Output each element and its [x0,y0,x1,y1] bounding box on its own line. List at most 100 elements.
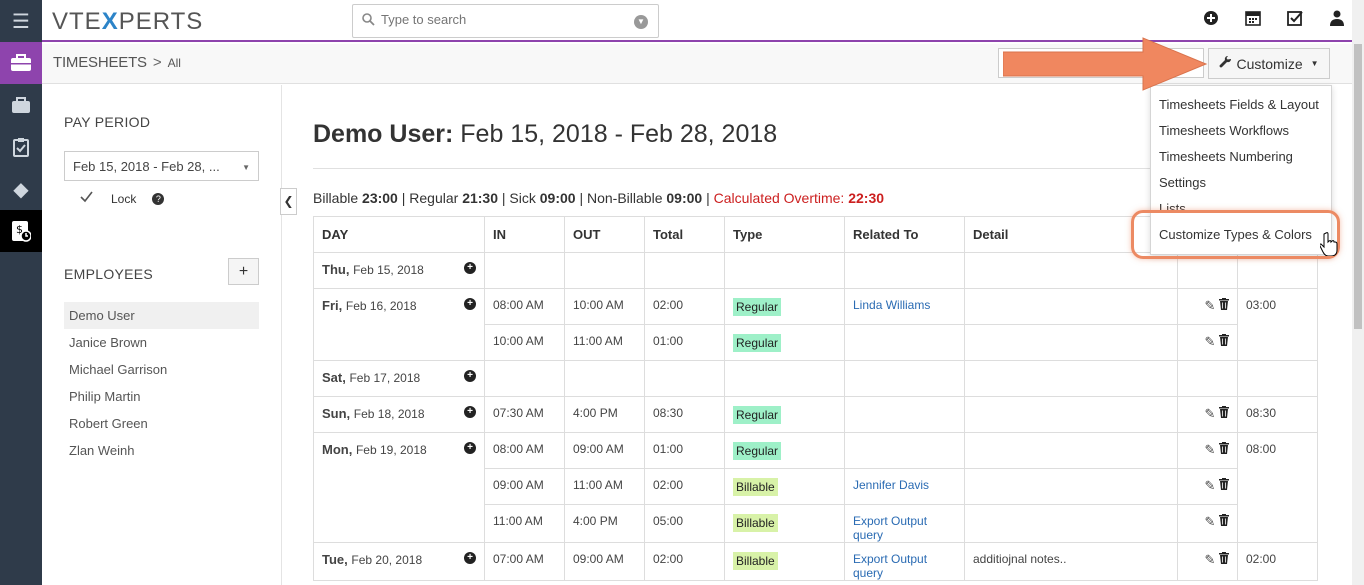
edit-pencil-icon[interactable]: ✎ [1204,406,1215,421]
duration: 01:00 [653,334,684,348]
employee-item[interactable]: Demo User [64,302,259,329]
col-out[interactable]: OUT [564,216,645,253]
calendar-icon[interactable] [1245,10,1261,31]
add-entry-icon[interactable]: + [464,262,476,274]
add-entry-icon[interactable]: + [464,370,476,382]
menu-item-fields-layout[interactable]: Timesheets Fields & Layout [1151,92,1331,118]
day-cell: Thu, Feb 15, 2018 + [313,252,485,289]
time-out-cell: 10:00 AM [564,288,645,325]
edit-pencil-icon[interactable]: ✎ [1204,478,1215,493]
briefcase-icon[interactable] [0,42,42,84]
menu-item-workflows[interactable]: Timesheets Workflows [1151,118,1331,144]
day-total: 03:00 [1246,298,1277,312]
search-input[interactable] [381,12,621,27]
add-record-icon[interactable] [1203,10,1219,31]
employee-item[interactable]: Michael Garrison [64,356,259,383]
employee-item[interactable]: Zlan Weinh [64,437,259,464]
detail-cell: additiojnal notes.. [964,542,1178,581]
edit-pencil-icon[interactable]: ✎ [1204,298,1215,313]
related-to-cell [844,252,965,289]
top-actions [1203,10,1344,31]
time-out-cell: 11:00 AM [564,468,645,505]
tasks-checkbox-icon[interactable] [1287,10,1304,31]
search-dropdown-icon[interactable]: ▼ [634,15,648,29]
time-out: 10:00 AM [573,298,624,312]
menu-item-lists[interactable]: Lists [1151,196,1331,222]
edit-pencil-icon[interactable]: ✎ [1204,442,1215,457]
col-total[interactable]: Total [644,216,725,253]
duration-cell: 08:30 [644,396,725,433]
breadcrumb-module[interactable]: TIMESHEETS [53,54,147,71]
user-profile-icon[interactable] [1330,10,1344,31]
col-related[interactable]: Related To [844,216,965,253]
page-scrollbar[interactable] [1352,0,1364,585]
lock-option[interactable]: Lock ? [80,191,165,206]
add-entry-icon[interactable]: + [464,406,476,418]
pay-period-select[interactable]: Feb 15, 2018 - Feb 28, ... ▼ [64,151,259,181]
detail-cell [964,360,1178,397]
col-in[interactable]: IN [484,216,565,253]
delete-trash-icon[interactable] [1219,334,1229,349]
help-icon[interactable]: ? [152,192,165,205]
table-row: Sat, Feb 17, 2018 + [313,360,1318,397]
delete-trash-icon[interactable] [1219,514,1229,529]
add-entry-icon[interactable]: + [464,552,476,564]
scrollbar-thumb[interactable] [1354,44,1362,329]
day-total-cell: 02:00 [1237,542,1318,581]
col-detail[interactable]: Detail [964,216,1178,253]
employee-item[interactable]: Janice Brown [64,329,259,356]
day-total: 02:00 [1246,552,1277,566]
table-row: Tue, Feb 20, 2018 +07:00 AM 09:00 AM 02:00 B… [313,542,1318,581]
day-date: Feb 18, 2018 [353,407,425,421]
title-divider [313,168,1163,169]
time-in-cell: 09:00 AM [484,468,565,505]
delete-trash-icon[interactable] [1219,298,1229,313]
duration: 02:00 [653,552,684,566]
add-entry-icon[interactable]: + [464,298,476,310]
menu-item-numbering[interactable]: Timesheets Numbering [1151,144,1331,170]
detail-cell [964,288,1178,325]
timesheet-module-icon[interactable]: $ [0,210,42,252]
add-employee-button[interactable]: + [228,258,259,285]
employees-title: EMPLOYEES [64,266,154,282]
type-badge-cell: Billable [724,468,845,505]
edit-pencil-icon[interactable]: ✎ [1204,334,1215,349]
timesheet-table: DAY IN OUT Total Type Related To Detail … [313,216,1318,581]
diamond-icon[interactable]: ◆ [0,168,42,210]
detail-cell [964,396,1178,433]
menu-item-customize-types-colors[interactable]: Customize Types & Colors [1151,222,1331,248]
customize-button[interactable]: Customize ▼ [1208,48,1330,79]
logo-text-pre: VTE [52,8,102,35]
clipboard-check-icon[interactable] [0,126,42,168]
employee-item[interactable]: Philip Martin [64,383,259,410]
delete-trash-icon[interactable] [1219,442,1229,457]
menu-item-settings[interactable]: Settings [1151,170,1331,196]
related-to[interactable]: Export Output query [853,552,927,580]
day-date: Feb 19, 2018 [355,443,427,457]
day-name: Mon, [322,442,353,457]
add-entry-icon[interactable]: + [464,442,476,454]
breadcrumb-view[interactable]: All [168,56,181,70]
time-in-cell: 08:00 AM [484,432,565,469]
col-type[interactable]: Type [724,216,845,253]
collapse-sidebar-button[interactable]: ❮ [280,188,297,215]
time-in: 11:00 AM [493,514,543,528]
employee-item[interactable]: Robert Green [64,410,259,437]
related-to-cell: Export Output query [844,504,965,543]
type-badge: Billable [733,478,778,496]
edit-pencil-icon[interactable]: ✎ [1204,514,1215,529]
vtexperts-logo[interactable]: VTEXPERTS [52,8,203,36]
portfolio-icon[interactable] [0,84,42,126]
time-in: 08:00 AM [493,442,544,456]
menu-icon[interactable]: ☰ [0,0,42,42]
delete-trash-icon[interactable] [1219,552,1229,567]
delete-trash-icon[interactable] [1219,478,1229,493]
time-out: 09:00 AM [573,442,624,456]
related-to[interactable]: Jennifer Davis [853,478,929,492]
edit-pencil-icon[interactable]: ✎ [1204,552,1215,567]
col-day[interactable]: DAY [313,216,485,253]
lock-checkbox[interactable] [80,191,93,206]
delete-trash-icon[interactable] [1219,406,1229,421]
related-to[interactable]: Export Output query [853,514,927,542]
related-to[interactable]: Linda Williams [853,298,930,312]
